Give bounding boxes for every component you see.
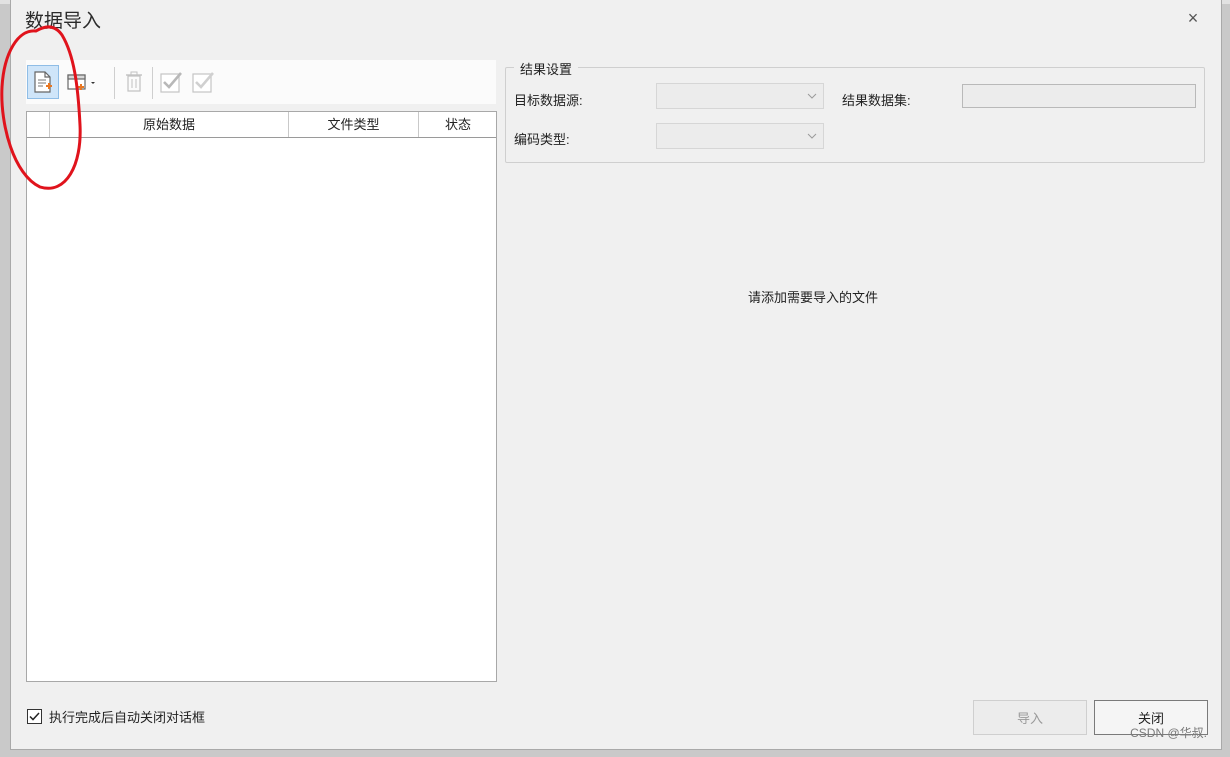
- delete-button[interactable]: [118, 65, 150, 99]
- result-settings-legend: 结果设置: [514, 59, 579, 78]
- target-datasource-combo[interactable]: [656, 83, 824, 109]
- auto-close-option[interactable]: 执行完成后自动关闭对话框: [27, 707, 205, 726]
- empty-state-hint: 请添加需要导入的文件: [748, 290, 879, 305]
- auto-close-label: 执行完成后自动关闭对话框: [49, 710, 206, 725]
- chevron-down-icon: [801, 84, 823, 108]
- encoding-type-combo[interactable]: [656, 123, 824, 149]
- checkmark-icon: [29, 712, 40, 721]
- result-settings-group: 结果设置 目标数据源: 结果数据集: 编码类型:: [505, 59, 1205, 163]
- dialog-title: 数据导入: [25, 11, 102, 32]
- auto-close-checkbox[interactable]: [27, 709, 42, 724]
- file-toolbar: [26, 60, 496, 104]
- toolbar-separator: [152, 67, 153, 99]
- column-header-checkbox[interactable]: [27, 112, 50, 137]
- result-dataset-input[interactable]: [962, 84, 1196, 108]
- result-dataset-label: 结果数据集:: [842, 93, 911, 108]
- close-icon[interactable]: ×: [1183, 8, 1203, 28]
- invert-select-icon: [192, 72, 214, 93]
- encoding-type-label: 编码类型:: [514, 132, 570, 147]
- import-button[interactable]: 导入: [973, 700, 1087, 735]
- watermark: CSDN @华叔.: [1130, 726, 1207, 740]
- file-list-grid[interactable]: 原始数据 文件类型 状态: [26, 111, 497, 682]
- toolbar-separator: [114, 67, 115, 99]
- target-datasource-label: 目标数据源:: [514, 93, 583, 108]
- data-import-dialog: 数据导入 × 原始数据 文件类型 状态 结果设置 目标数据源: 结果数据集: 编…: [10, 0, 1222, 750]
- add-folder-dropdown-icon: [67, 74, 95, 90]
- add-file-icon: [34, 71, 52, 93]
- invert-select-button[interactable]: [187, 65, 219, 99]
- column-header-source-data[interactable]: 原始数据: [50, 112, 289, 137]
- column-header-status[interactable]: 状态: [419, 112, 497, 137]
- chevron-down-icon: [801, 124, 823, 148]
- select-all-icon: [160, 72, 182, 93]
- add-folder-dropdown-button[interactable]: [62, 65, 102, 99]
- select-all-button[interactable]: [155, 65, 187, 99]
- add-file-button[interactable]: [27, 65, 59, 99]
- grid-header: 原始数据 文件类型 状态: [27, 112, 496, 138]
- column-header-file-type[interactable]: 文件类型: [289, 112, 419, 137]
- delete-icon: [126, 71, 142, 92]
